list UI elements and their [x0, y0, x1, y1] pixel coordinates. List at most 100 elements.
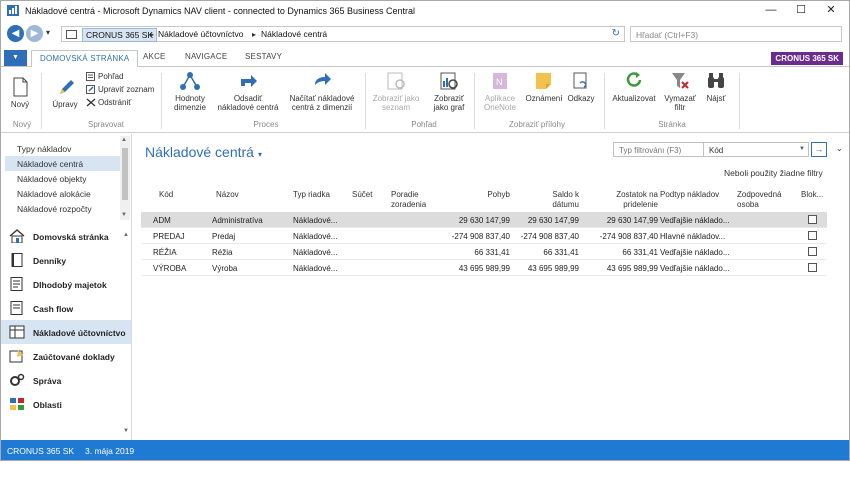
filter-input-placeholder[interactable]: Typ filtrovánı (F3)	[619, 146, 681, 155]
tab-home[interactable]: DOMOVSKÁ STRÁNKA	[31, 50, 139, 68]
cell-cost-subtype: Vedľajšie náklado...	[660, 264, 730, 273]
links-label: Odkazy	[567, 94, 595, 103]
breadcrumb-cost-accounting[interactable]: Nákladové účtovníctvo	[158, 29, 244, 39]
back-button[interactable]: ◀	[7, 25, 24, 42]
scroll-up-icon[interactable]: ▲	[121, 137, 127, 143]
nav-items-scrollbar[interactable]: ▲ ▼	[120, 136, 130, 220]
company-badge: CRONUS 365 SK	[771, 52, 843, 65]
scroll-down-icon[interactable]: ▼	[123, 428, 129, 434]
group-label-new: Nový	[12, 120, 32, 129]
column-header-line-type[interactable]: Typ riadka	[293, 190, 330, 200]
cell-line-type: Nákladové...	[293, 216, 338, 225]
tab-navigate[interactable]: NAVIGACE	[185, 52, 227, 61]
maximize-button[interactable]: ☐	[786, 1, 816, 21]
cell-net-change: 66 331,41	[474, 248, 510, 257]
scroll-up-icon[interactable]: ▲	[123, 232, 129, 238]
breadcrumb-company[interactable]: CRONUS 365 SK	[82, 28, 158, 42]
cash-flow-icon	[10, 301, 23, 315]
delete-button[interactable]: Odstrániť	[86, 98, 131, 107]
nav-cost-accounting[interactable]: Nákladové účtovníctvo	[1, 320, 131, 344]
column-header-balance-at-date[interactable]: Saldo k dátumu	[521, 190, 579, 210]
column-header-balance-to-allocate[interactable]: Zostatok na pridelenie	[596, 190, 658, 210]
nav-areas[interactable]: Oblasti	[1, 392, 131, 416]
history-dropdown-icon[interactable]: ▾	[46, 28, 50, 37]
dimension-values-button[interactable]: Hodnoty dimenzie	[167, 71, 213, 112]
close-button[interactable]: ✕	[816, 1, 846, 21]
blocked-checkbox[interactable]	[808, 215, 817, 224]
app-menu-button[interactable]: ▼	[4, 50, 27, 66]
minimize-button[interactable]: —	[756, 1, 786, 21]
search-input[interactable]: Hľadať (Ctrl+F3)	[630, 26, 842, 42]
column-header-cost-subtype[interactable]: Podtyp nákladov	[660, 190, 719, 200]
table-row[interactable]: PREDAJ Predaj Nákladové... -274 908 837,…	[141, 228, 827, 244]
nav-item-cost-objects[interactable]: Nákladové objekty	[5, 171, 120, 186]
filter-box[interactable]: Typ filtrovánı (F3) Kód ▼	[613, 142, 809, 157]
collapse-chevron-icon[interactable]: ⌄	[836, 144, 843, 153]
column-header-blocked[interactable]: Blok...	[801, 190, 823, 200]
get-cost-label-2: centrá z dimenzií	[291, 103, 353, 112]
send-cost-centers-button[interactable]: Odsadiť nákladové centrá	[213, 71, 283, 112]
nav-administration[interactable]: Správa	[1, 368, 131, 392]
scroll-down-icon[interactable]: ▼	[121, 212, 127, 218]
refresh-button[interactable]: Aktualizovat	[607, 71, 661, 103]
refresh-icon[interactable]: ↻	[612, 28, 620, 39]
nav-home[interactable]: Domovská stránka	[1, 224, 131, 248]
filter-field-select[interactable]: Kód	[709, 146, 723, 155]
cell-name: Predaj	[212, 232, 236, 241]
nav-pane-scrollbar[interactable]: ▲ ▼	[123, 232, 129, 440]
breadcrumb-cost-centers[interactable]: Nákladové centrá	[261, 29, 327, 39]
get-cost-centers-button[interactable]: Načítať nákladové centrá z dimenzií	[285, 71, 359, 112]
chevron-down-icon[interactable]: ▼	[799, 146, 805, 152]
table-row[interactable]: ADM Administratíva Nákladové... 29 630 1…	[141, 212, 827, 228]
apply-filter-button[interactable]: →	[811, 142, 827, 157]
status-company: CRONUS 365 SK	[7, 446, 75, 456]
column-header-code[interactable]: Kód	[159, 190, 173, 200]
blocked-checkbox[interactable]	[808, 263, 817, 272]
nav-posted-documents[interactable]: Zaúčtované doklady	[1, 344, 131, 368]
blocked-checkbox[interactable]	[808, 247, 817, 256]
column-header-responsible-person[interactable]: Zodpovedná osoba	[737, 190, 781, 210]
dimension-values-label-2: dimenzie	[173, 103, 206, 112]
edit-list-button[interactable]: Upraviť zoznam	[86, 85, 154, 95]
table-row[interactable]: RÉŽIA Réžia Nákladové... 66 331,41 66 33…	[141, 244, 827, 260]
column-header-name[interactable]: Názov	[216, 190, 239, 200]
status-work-date[interactable]: 3. mája 2019	[85, 446, 134, 456]
column-header-totaling[interactable]: Súčet	[352, 190, 372, 200]
clear-filter-button[interactable]: Vymazať filtr	[661, 71, 699, 112]
notes-button[interactable]: Oznámení	[523, 71, 565, 103]
nav-fixed-assets[interactable]: Dlhodobý majetok	[1, 272, 131, 296]
nav-item-cost-allocations[interactable]: Nákladové alokácie	[5, 186, 120, 201]
new-button[interactable]: Nový	[5, 77, 35, 109]
cell-balance-to-allocate: -274 908 837,40	[599, 232, 658, 241]
table-row[interactable]: VÝROBA Výroba Nákladové... 43 695 989,99…	[141, 260, 827, 276]
nav-posted-documents-label: Zaúčtované doklady	[33, 352, 115, 362]
nav-item-cost-centers[interactable]: Nákladové centrá	[5, 156, 120, 171]
nav-item-cost-types[interactable]: Typy nákladov	[5, 141, 120, 156]
column-header-net-change[interactable]: Pohyb	[451, 190, 510, 200]
forward-button[interactable]: ▶	[26, 25, 43, 42]
find-label: Nájsť	[706, 94, 726, 103]
navigation-pane: Typy nákladov Nákladové centrá Nákladové…	[1, 134, 132, 440]
nav-journals[interactable]: Denníky	[1, 248, 131, 272]
onenote-button[interactable]: N Aplikace OneNote	[477, 71, 523, 112]
blocked-checkbox[interactable]	[808, 231, 817, 240]
scrollbar-thumb[interactable]	[122, 148, 128, 200]
cell-code: RÉŽIA	[153, 248, 177, 257]
breadcrumb[interactable]: CRONUS 365 SK ▸ Nákladové účtovníctvo ▸ …	[61, 26, 625, 42]
tab-reports[interactable]: SESTAVY	[245, 52, 282, 61]
nav-item-cost-budgets[interactable]: Nákladové rozpočty	[5, 201, 120, 216]
find-button[interactable]: Nájsť	[699, 71, 733, 103]
nav-cash-flow[interactable]: Cash flow	[1, 296, 131, 320]
edit-button[interactable]: Úpravy	[47, 77, 83, 109]
page-title[interactable]: Nákladové centrá ▾	[145, 144, 262, 160]
show-as-chart-button[interactable]: Zobraziť jako graf	[427, 71, 471, 112]
home-icon	[9, 229, 25, 243]
show-chart-label-1: Zobraziť	[434, 94, 464, 103]
view-icon	[86, 72, 95, 82]
show-as-list-button[interactable]: Zobraziť jako seznam	[367, 71, 425, 112]
view-button[interactable]: Pohľad	[86, 72, 123, 82]
column-header-sorting-order[interactable]: Poradie zoradenia	[391, 190, 426, 210]
show-list-label-1: Zobraziť jako	[372, 94, 420, 103]
tab-actions[interactable]: AKCE	[143, 52, 166, 61]
links-button[interactable]: Odkazy	[565, 71, 597, 103]
